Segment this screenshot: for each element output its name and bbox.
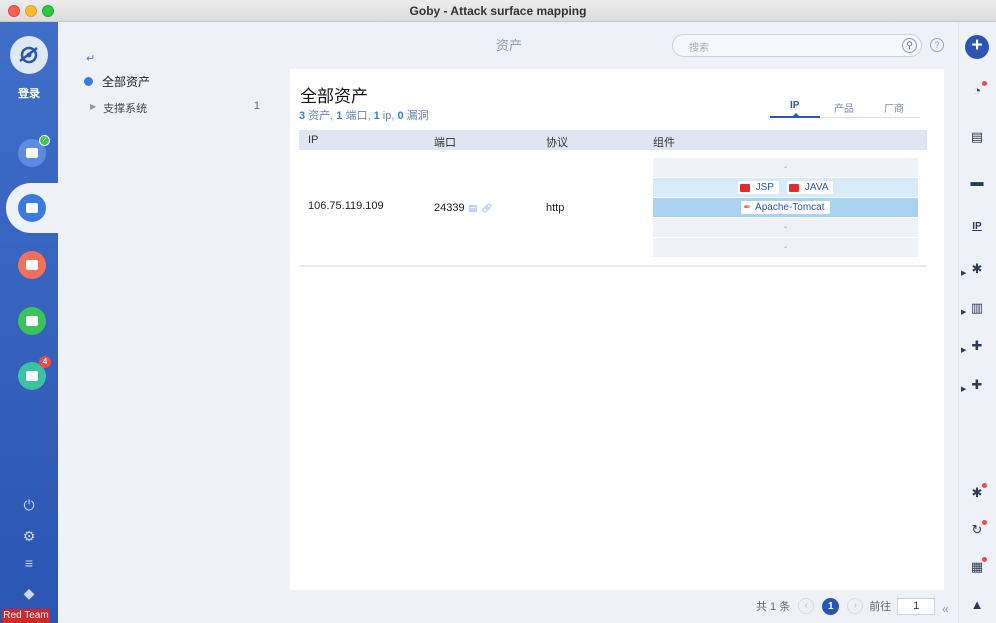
menu-icon[interactable]: ≡ [20, 554, 38, 572]
prev-page-button[interactable]: ‹ [798, 598, 815, 614]
assets-count-label: 资产, [305, 110, 337, 122]
port-detail-icon[interactable]: ▤ [469, 203, 478, 213]
table-row[interactable]: 106.75.119.109 24339 ▤ 🔗︎ http - JSP JAVA … [299, 153, 927, 267]
asset-tree-panel: ↵ 全部资产 ▶ 支撑系统 1 [58, 22, 286, 623]
component-line-empty: - [653, 238, 918, 257]
plugins-count-badge: 4 [39, 356, 51, 368]
vulns-count-label: 漏洞 [403, 110, 429, 122]
row-protocol: http [546, 202, 565, 214]
active-tab-caret [792, 113, 800, 117]
apache-feather-icon: ✒ [743, 202, 752, 212]
expand-arrow-icon[interactable]: ▶ [90, 100, 96, 116]
assets-card: 全部资产 3 资产, 1 端口, 1 ip, 0 漏洞 IP 产品 厂商 IP … [290, 69, 944, 590]
right-sidebar: + ◔ ▤ ▬ IP ▶ ✱ ▶ ▥ ▶ ✚ ▶ ✚ ✱ ↻ ▦ ▲ [958, 22, 996, 623]
component-line-empty: - [653, 158, 918, 177]
component-line-languages: JSP JAVA [653, 178, 918, 197]
clock-icon[interactable]: ◔ [968, 81, 987, 100]
web-nav-button[interactable] [18, 251, 46, 279]
search-placeholder: 搜索 [689, 43, 709, 54]
next-page-button[interactable]: › [847, 598, 864, 614]
main-header: 资产 搜索 ⚲ ? [286, 22, 958, 69]
bug-alert-icon[interactable]: ✱ [968, 483, 987, 502]
open-link-icon[interactable]: 🔗︎ [481, 203, 492, 213]
assets-nav-button[interactable] [18, 194, 46, 222]
collapse-panel-icon[interactable]: « [942, 602, 949, 616]
page-number-current[interactable]: 1 [822, 597, 840, 615]
tab-product[interactable]: 产品 [834, 100, 854, 115]
assets-icon [26, 203, 38, 213]
left-sidebar: 登录 ✓ 4 ⏻ ⚙ ≡ ◆ Red Team [0, 22, 58, 623]
help-icon[interactable]: ? [930, 38, 944, 52]
chip-label: JSP [755, 182, 774, 193]
component-list: - JSP JAVA ✒ Apache-Tomcat - - [653, 158, 918, 258]
scan-icon [26, 148, 38, 158]
row-port-value[interactable]: 24339 [434, 202, 465, 214]
ips-count-label: ip, [379, 110, 398, 122]
search-input[interactable]: 搜索 ⚲ [672, 34, 922, 57]
view-tabs: IP 产品 厂商 [770, 100, 920, 118]
component-chip-apache-tomcat[interactable]: ✒ Apache-Tomcat [741, 201, 830, 214]
settings-gear-icon[interactable]: ⚙ [20, 527, 38, 545]
total-count: 共 1 条 [756, 601, 791, 613]
window-title: Goby - Attack surface mapping [409, 4, 587, 18]
title-bar: Goby - Attack surface mapping [0, 0, 996, 22]
web-icon [26, 260, 38, 270]
card-title: 全部资产 [300, 87, 368, 106]
row-port: 24339 ▤ 🔗︎ [434, 202, 493, 214]
component-chip-jsp[interactable]: JSP [737, 181, 779, 194]
plugins-nav-button[interactable]: 4 [18, 356, 51, 390]
search-icon[interactable]: ⚲ [902, 38, 917, 53]
chip-label: JAVA [804, 182, 829, 193]
row-ip[interactable]: 106.75.119.109 [308, 200, 384, 212]
puzzle-icon[interactable]: ▶ ✚ [961, 337, 986, 355]
tree-item-label: 支撑系统 [103, 103, 148, 115]
file-chart-icon[interactable]: ▦ [968, 557, 987, 576]
tab-vendor[interactable]: 厂商 [884, 100, 904, 115]
report-icon [26, 316, 38, 326]
red-team-badge[interactable]: Red Team [2, 609, 50, 623]
document-icon[interactable]: ▤ [968, 128, 986, 146]
check-badge-icon: ✓ [39, 135, 50, 146]
column-header-ip[interactable]: IP [308, 134, 318, 146]
asset-stats: 3 资产, 1 端口, 1 ip, 0 漏洞 [299, 107, 429, 123]
login-link[interactable]: 登录 [0, 85, 58, 101]
warning-icon[interactable]: ▲ [968, 596, 986, 614]
new-scan-plus-button[interactable]: + [965, 35, 989, 59]
bug-icon[interactable]: ▶ ✱ [961, 260, 986, 278]
component-chip-java[interactable]: JAVA [786, 181, 834, 194]
report-nav-button[interactable] [18, 307, 46, 335]
column-header-protocol[interactable]: 协议 [546, 134, 568, 150]
diamond-icon[interactable]: ◆ [20, 584, 38, 602]
back-arrow-icon[interactable]: ↵ [86, 52, 95, 65]
pagination: 共 1 条 ‹ 1 › 前往 1 [756, 597, 936, 615]
tree-root-label: 全部资产 [102, 75, 151, 89]
plugins-icon[interactable]: ▶ ✚ [961, 376, 986, 394]
scan-nav-button[interactable]: ✓ [18, 135, 50, 167]
component-line-empty: - [653, 218, 918, 237]
component-line-server: ✒ Apache-Tomcat [653, 198, 918, 217]
java-icon [788, 183, 799, 192]
goto-label: 前往 [869, 601, 892, 613]
ports-count-label: 端口, [342, 110, 374, 122]
page-title: 资产 [496, 38, 523, 53]
refresh-icon[interactable]: ↻ [968, 520, 987, 539]
goto-page-input[interactable]: 1 [897, 597, 936, 615]
tab-ip[interactable]: IP [790, 100, 799, 111]
tree-root-all-assets[interactable]: 全部资产 [84, 73, 150, 90]
column-header-component[interactable]: 组件 [653, 134, 675, 150]
jsp-icon [739, 183, 750, 192]
tree-item-count: 1 [253, 100, 260, 112]
power-icon[interactable]: ⏻ [20, 496, 38, 514]
goby-logo-icon[interactable] [10, 36, 48, 74]
table-header: IP 端口 协议 组件 [299, 130, 927, 150]
chip-label: Apache-Tomcat [755, 202, 825, 213]
monitor-icon[interactable]: ▬ [968, 173, 986, 191]
pie-icon [84, 77, 93, 86]
puzzle-icon [26, 371, 38, 381]
ip-icon[interactable]: IP [968, 218, 986, 236]
tree-item-support-system[interactable]: ▶ 支撑系统 1 [90, 100, 260, 116]
column-header-port[interactable]: 端口 [434, 134, 456, 150]
chart-icon[interactable]: ▶ ▥ [961, 299, 986, 317]
